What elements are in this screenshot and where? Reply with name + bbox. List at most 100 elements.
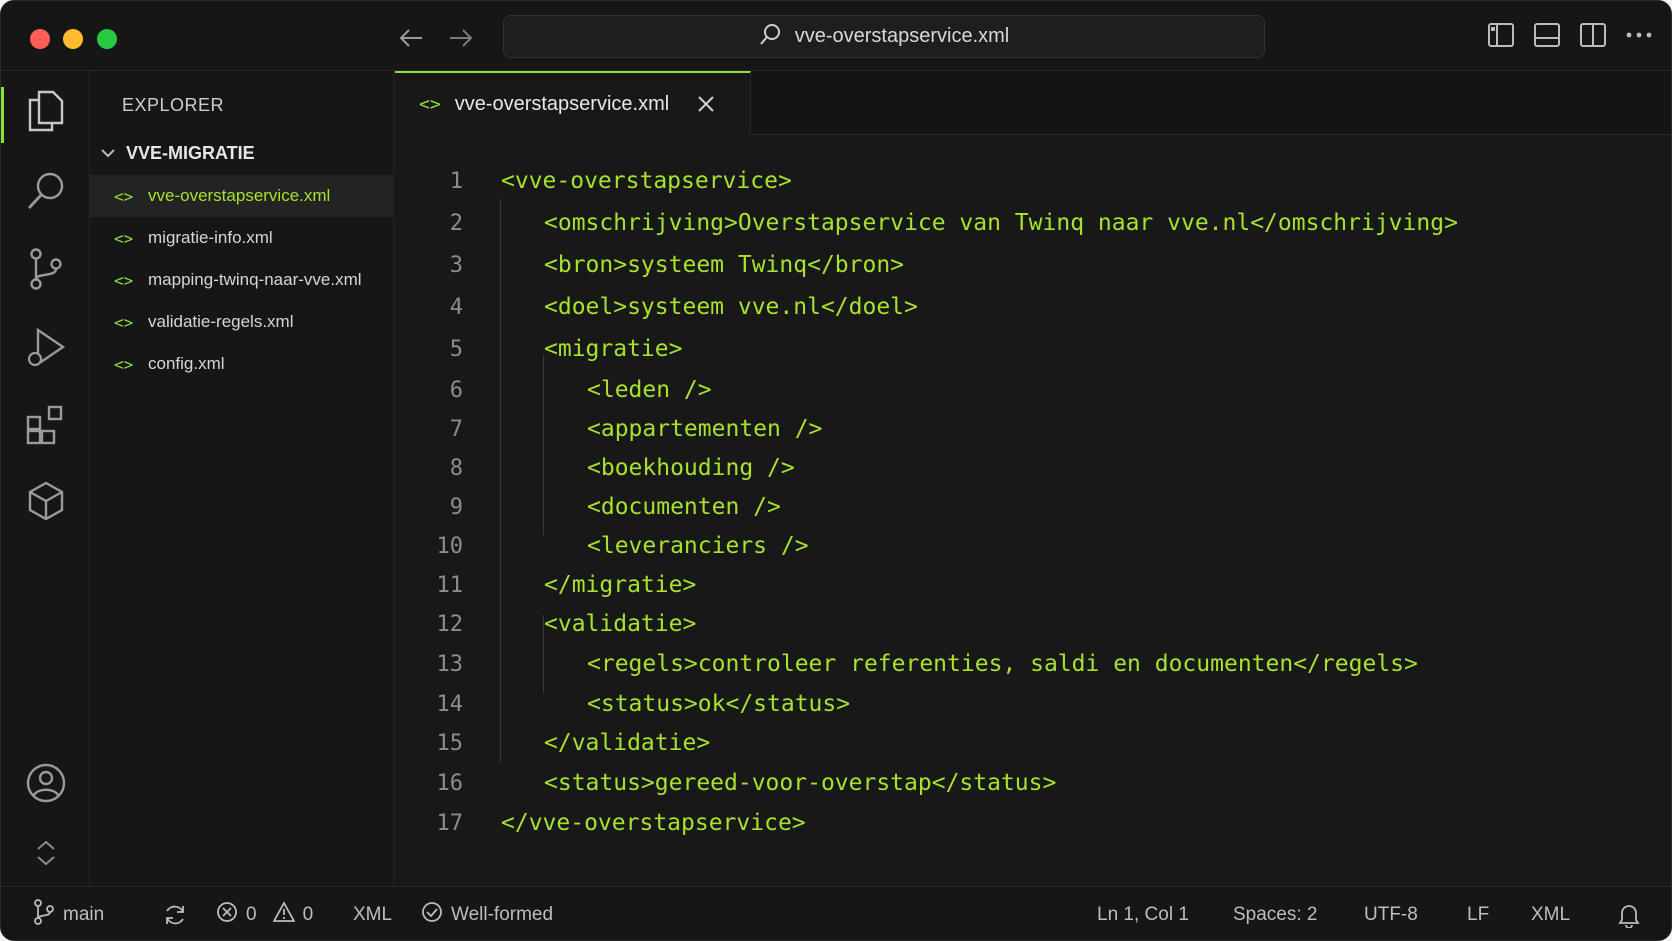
toggle-secondary-sidebar-icon[interactable]	[1579, 21, 1607, 49]
code-line: 4 <doel>systeem vve.nl</doel>	[395, 289, 1671, 325]
code-text: <doel>systeem vve.nl</doel>	[544, 294, 918, 320]
file-name: migratie-info.xml	[148, 228, 273, 247]
editor-area: <> vve-overstapservice.xml 1 <vve-oversta…	[395, 71, 1671, 886]
code-text: <boekhouding />	[587, 455, 795, 481]
line-number: 15	[436, 730, 464, 756]
file-item[interactable]: <> validatie-regels.xml	[90, 301, 394, 343]
code-text: <leveranciers />	[587, 533, 809, 559]
branch-indicator[interactable]: main	[33, 887, 105, 940]
code-line: 10 <leveranciers />	[395, 528, 1671, 564]
git-branch-icon	[33, 899, 55, 931]
forward-arrow-icon[interactable]	[444, 21, 478, 55]
xml-file-icon: <>	[114, 228, 134, 248]
close-window-button[interactable]	[30, 29, 50, 49]
code-line: 7 <appartementen />	[395, 411, 1671, 447]
code-text: <vve-overstapservice>	[501, 168, 792, 194]
zoom-window-button[interactable]	[97, 29, 117, 49]
toggle-panel-icon[interactable]	[1533, 21, 1561, 49]
wellformed-status[interactable]: Well-formed	[421, 887, 554, 940]
line-number: 13	[436, 651, 464, 677]
code-line: 13 <regels>controleer referenties, saldi …	[395, 646, 1671, 682]
search-icon[interactable]	[1, 159, 90, 223]
code-text: </vve-overstapservice>	[501, 810, 806, 836]
explorer-icon[interactable]	[1, 79, 90, 143]
file-item[interactable]: <> mapping-twinq-naar-vve.xml	[90, 259, 394, 301]
cursor-position[interactable]: Ln 1, Col 1	[1097, 887, 1189, 940]
minimize-window-button[interactable]	[63, 29, 83, 49]
editor-window: vve-overstapservice.xml EXPLORER VVE-MIG…	[0, 0, 1672, 941]
manage-chevrons-icon[interactable]	[1, 821, 90, 885]
code-text: <status>gereed-voor-overstap</status>	[544, 770, 1057, 796]
code-text: </validatie>	[544, 730, 711, 756]
file-item[interactable]: <> config.xml	[90, 343, 394, 385]
code-line: 8 <boekhouding />	[395, 450, 1671, 486]
editor-tab[interactable]: <> vve-overstapservice.xml	[395, 71, 751, 135]
back-arrow-icon[interactable]	[394, 21, 428, 55]
indentation-setting[interactable]: Spaces: 2	[1233, 887, 1318, 940]
code-line: 9 <documenten />	[395, 489, 1671, 525]
wellformed-label: Well-formed	[451, 904, 554, 925]
line-number: 6	[449, 377, 463, 403]
line-number: 5	[449, 336, 463, 362]
xml-file-icon: <>	[114, 312, 134, 332]
source-control-icon[interactable]	[1, 237, 90, 301]
xml-file-icon: <>	[419, 93, 441, 115]
problems-indicator[interactable]: 0 0	[216, 887, 314, 940]
code-line: 12 <validatie>	[395, 606, 1671, 642]
close-icon[interactable]	[697, 95, 715, 113]
line-number: 7	[449, 416, 463, 442]
code-line: 2 <omschrijving>Overstapservice van Twinq…	[395, 205, 1671, 241]
line-number: 14	[436, 691, 464, 717]
warning-icon	[272, 901, 296, 929]
command-search-input[interactable]: vve-overstapservice.xml	[503, 15, 1265, 58]
code-line: 5 <migratie>	[395, 331, 1671, 367]
chevron-down-icon	[100, 143, 116, 164]
branch-name: main	[63, 904, 105, 925]
xml-file-icon: <>	[114, 270, 134, 290]
activity-bar	[1, 71, 90, 886]
code-line: 16 <status>gereed-voor-overstap</status>	[395, 765, 1671, 801]
line-number: 3	[449, 252, 463, 278]
explorer-title: EXPLORER	[122, 95, 225, 115]
language-left[interactable]: XML	[353, 887, 392, 940]
code-line: 11 </migratie>	[395, 567, 1671, 603]
run-debug-icon[interactable]	[1, 315, 90, 379]
tab-bar: <> vve-overstapservice.xml	[395, 71, 1671, 135]
bell-icon[interactable]	[1617, 887, 1641, 940]
layout-controls	[1487, 21, 1653, 49]
code-text: </migratie>	[544, 572, 697, 598]
file-item[interactable]: <> migratie-info.xml	[90, 217, 394, 259]
account-icon[interactable]	[1, 751, 90, 815]
line-number: 17	[436, 810, 464, 836]
code-text: <bron>systeem Twinq</bron>	[544, 252, 905, 278]
code-line: 14 <status>ok</status>	[395, 686, 1671, 722]
package-cube-icon[interactable]	[1, 469, 90, 533]
language-mode[interactable]: XML	[1531, 887, 1570, 940]
eol-setting[interactable]: LF	[1467, 887, 1489, 940]
line-number: 11	[436, 572, 464, 598]
warning-count: 0	[302, 904, 314, 925]
code-line: 15 </validatie>	[395, 725, 1671, 761]
line-number: 4	[449, 294, 463, 320]
line-number: 10	[436, 533, 464, 559]
folder-name: VVE-MIGRATIE	[126, 143, 255, 163]
code-text: <status>ok</status>	[587, 691, 851, 717]
more-actions-icon[interactable]	[1625, 21, 1653, 49]
xml-file-icon: <>	[114, 354, 134, 374]
file-name: mapping-twinq-naar-vve.xml	[148, 270, 362, 289]
explorer-sidebar: EXPLORER VVE-MIGRATIE <> vve-overstapser…	[90, 71, 394, 886]
xml-file-icon: <>	[114, 186, 134, 206]
file-item[interactable]: <> vve-overstapservice.xml	[90, 175, 394, 217]
encoding-setting[interactable]: UTF-8	[1364, 887, 1418, 940]
extensions-icon[interactable]	[1, 393, 90, 457]
tab-label: vve-overstapservice.xml	[454, 92, 670, 115]
search-text: vve-overstapservice.xml	[794, 25, 1010, 47]
folder-header[interactable]: VVE-MIGRATIE	[100, 143, 255, 164]
status-bar: main 0 0 XML Well-formed Ln 1, Col 1 Spa…	[1, 886, 1671, 940]
line-number: 1	[449, 168, 463, 194]
sync-icon[interactable]	[163, 887, 187, 940]
code-line: 6 <leden />	[395, 372, 1671, 408]
code-text: <leden />	[587, 377, 712, 403]
toggle-primary-sidebar-icon[interactable]	[1487, 21, 1515, 49]
code-line: 17 </vve-overstapservice>	[395, 805, 1671, 841]
